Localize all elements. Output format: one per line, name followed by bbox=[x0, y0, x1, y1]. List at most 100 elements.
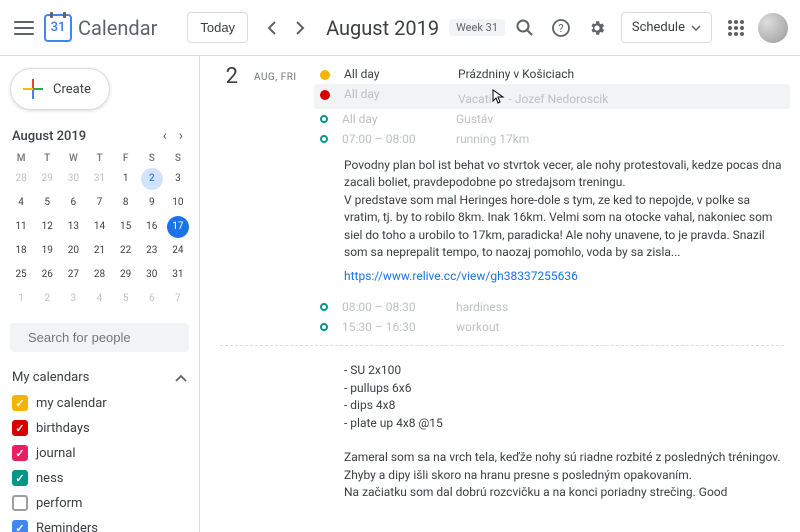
mini-day[interactable]: 8 bbox=[115, 192, 137, 214]
search-button[interactable] bbox=[507, 10, 543, 46]
help-button[interactable]: ? bbox=[543, 10, 579, 46]
today-button[interactable]: Today bbox=[187, 12, 248, 43]
event-description: Povodny plan bol ist behat vo stvrtok ve… bbox=[344, 149, 784, 269]
event-row[interactable]: 07:00 – 08:00running 17km bbox=[320, 129, 784, 149]
app-logo[interactable]: 31 Calendar bbox=[44, 14, 157, 42]
chevron-up-icon bbox=[175, 374, 187, 382]
calendar-checkbox[interactable] bbox=[12, 495, 28, 511]
event-row[interactable]: All dayGustáv bbox=[320, 109, 784, 129]
mini-calendar-title: August 2019 bbox=[12, 129, 86, 144]
event-time: 07:00 – 08:00 bbox=[342, 132, 442, 146]
calendar-label: birthdays bbox=[36, 421, 90, 436]
event-link[interactable]: https://www.relive.cc/view/gh38337255636 bbox=[344, 269, 784, 283]
mini-day[interactable]: 6 bbox=[62, 192, 84, 214]
calendar-item[interactable]: birthdays bbox=[8, 416, 191, 440]
view-selector[interactable]: Schedule bbox=[621, 12, 712, 43]
calendar-item[interactable]: journal bbox=[8, 441, 191, 465]
calendar-checkbox[interactable] bbox=[12, 420, 28, 436]
calendar-label: journal bbox=[36, 446, 76, 461]
calendar-item[interactable]: ness bbox=[8, 466, 191, 490]
app-title: Calendar bbox=[78, 16, 157, 40]
create-label: Create bbox=[53, 82, 91, 97]
menu-icon[interactable] bbox=[12, 16, 36, 40]
apps-button[interactable] bbox=[718, 10, 754, 46]
day-number[interactable]: 2 bbox=[220, 64, 238, 89]
mini-day[interactable]: 15 bbox=[115, 216, 137, 238]
event-row[interactable]: 15:30 – 16:30workout bbox=[320, 317, 784, 337]
mini-day[interactable]: 13 bbox=[62, 216, 84, 238]
event-dot bbox=[320, 70, 330, 80]
mini-day[interactable]: 1 bbox=[115, 168, 137, 190]
calendar-list: my calendar birthdays journal nessperform Re… bbox=[8, 391, 191, 532]
day-label: AUG, FRI bbox=[254, 64, 304, 83]
search-people-input[interactable] bbox=[28, 330, 200, 345]
mini-day[interactable]: 2 bbox=[141, 168, 163, 190]
mini-day[interactable]: 27 bbox=[62, 264, 84, 286]
mini-day[interactable]: 5 bbox=[36, 192, 58, 214]
mini-day[interactable]: 30 bbox=[62, 168, 84, 190]
event-row[interactable]: All dayPrázdniny v Košiciach bbox=[320, 64, 784, 84]
mini-day[interactable]: 19 bbox=[36, 240, 58, 262]
mini-day[interactable]: 17 bbox=[167, 216, 189, 238]
event-title: Vacati - Jozef Nedoroscik bbox=[458, 87, 608, 106]
cursor-icon bbox=[492, 89, 506, 105]
mini-day[interactable]: 28 bbox=[10, 168, 32, 190]
search-people-field[interactable] bbox=[10, 323, 189, 352]
mini-calendar: MTWTFSS282930311234567891011121314151617… bbox=[8, 150, 191, 311]
calendar-checkbox[interactable] bbox=[12, 445, 28, 461]
mini-day[interactable]: 4 bbox=[88, 288, 110, 310]
schedule-content[interactable]: 2 AUG, FRI All dayPrázdniny v KošiciachA… bbox=[200, 56, 800, 532]
calendar-checkbox[interactable] bbox=[12, 470, 28, 486]
mini-day[interactable]: 1 bbox=[10, 288, 32, 310]
my-calendars-header[interactable]: My calendars bbox=[8, 364, 191, 391]
mini-day[interactable]: 14 bbox=[88, 216, 110, 238]
calendar-item[interactable]: Reminders bbox=[8, 516, 191, 532]
mini-day[interactable]: 16 bbox=[141, 216, 163, 238]
mini-day[interactable]: 6 bbox=[141, 288, 163, 310]
mini-day[interactable]: 28 bbox=[88, 264, 110, 286]
mini-day[interactable]: 9 bbox=[141, 192, 163, 214]
mini-day[interactable]: 4 bbox=[10, 192, 32, 214]
calendar-item[interactable]: my calendar bbox=[8, 391, 191, 415]
calendar-label: Reminders bbox=[36, 521, 98, 532]
mini-day[interactable]: 31 bbox=[167, 264, 189, 286]
account-avatar[interactable] bbox=[758, 13, 788, 43]
event-row[interactable]: 08:00 – 08:30hardiness bbox=[320, 297, 784, 317]
mini-day[interactable]: 29 bbox=[115, 264, 137, 286]
mini-day[interactable]: 24 bbox=[167, 240, 189, 262]
event-dot bbox=[320, 90, 330, 100]
settings-button[interactable] bbox=[579, 10, 615, 46]
event-row[interactable]: All dayVacati - Jozef Nedoroscik bbox=[314, 84, 790, 109]
mini-day[interactable]: 10 bbox=[167, 192, 189, 214]
calendar-checkbox[interactable] bbox=[12, 520, 28, 532]
mini-day[interactable]: 30 bbox=[141, 264, 163, 286]
calendar-checkbox[interactable] bbox=[12, 395, 28, 411]
mini-day[interactable]: 31 bbox=[88, 168, 110, 190]
mini-prev-button[interactable]: ‹ bbox=[159, 126, 171, 146]
mini-day[interactable]: 3 bbox=[167, 168, 189, 190]
mini-day[interactable]: 2 bbox=[36, 288, 58, 310]
mini-day[interactable]: 11 bbox=[10, 216, 32, 238]
mini-day[interactable]: 5 bbox=[115, 288, 137, 310]
mini-dow: T bbox=[34, 150, 60, 167]
mini-day[interactable]: 12 bbox=[36, 216, 58, 238]
mini-day[interactable]: 3 bbox=[62, 288, 84, 310]
calendar-item[interactable]: perform bbox=[8, 491, 191, 515]
prev-period-button[interactable] bbox=[258, 14, 286, 42]
next-period-button[interactable] bbox=[286, 14, 314, 42]
mini-day[interactable]: 20 bbox=[62, 240, 84, 262]
mini-next-button[interactable]: › bbox=[175, 126, 187, 146]
mini-day[interactable]: 18 bbox=[10, 240, 32, 262]
mini-day[interactable]: 29 bbox=[36, 168, 58, 190]
mini-day[interactable]: 23 bbox=[141, 240, 163, 262]
mini-day[interactable]: 7 bbox=[88, 192, 110, 214]
mini-dow: S bbox=[165, 150, 191, 167]
create-button[interactable]: Create bbox=[10, 68, 110, 110]
mini-day[interactable]: 26 bbox=[36, 264, 58, 286]
mini-day[interactable]: 21 bbox=[88, 240, 110, 262]
mini-day[interactable]: 7 bbox=[167, 288, 189, 310]
events-list-2: 08:00 – 08:30hardiness15:30 – 16:30worko… bbox=[320, 297, 784, 337]
mini-day[interactable]: 25 bbox=[10, 264, 32, 286]
event-dot bbox=[320, 303, 328, 311]
mini-day[interactable]: 22 bbox=[115, 240, 137, 262]
